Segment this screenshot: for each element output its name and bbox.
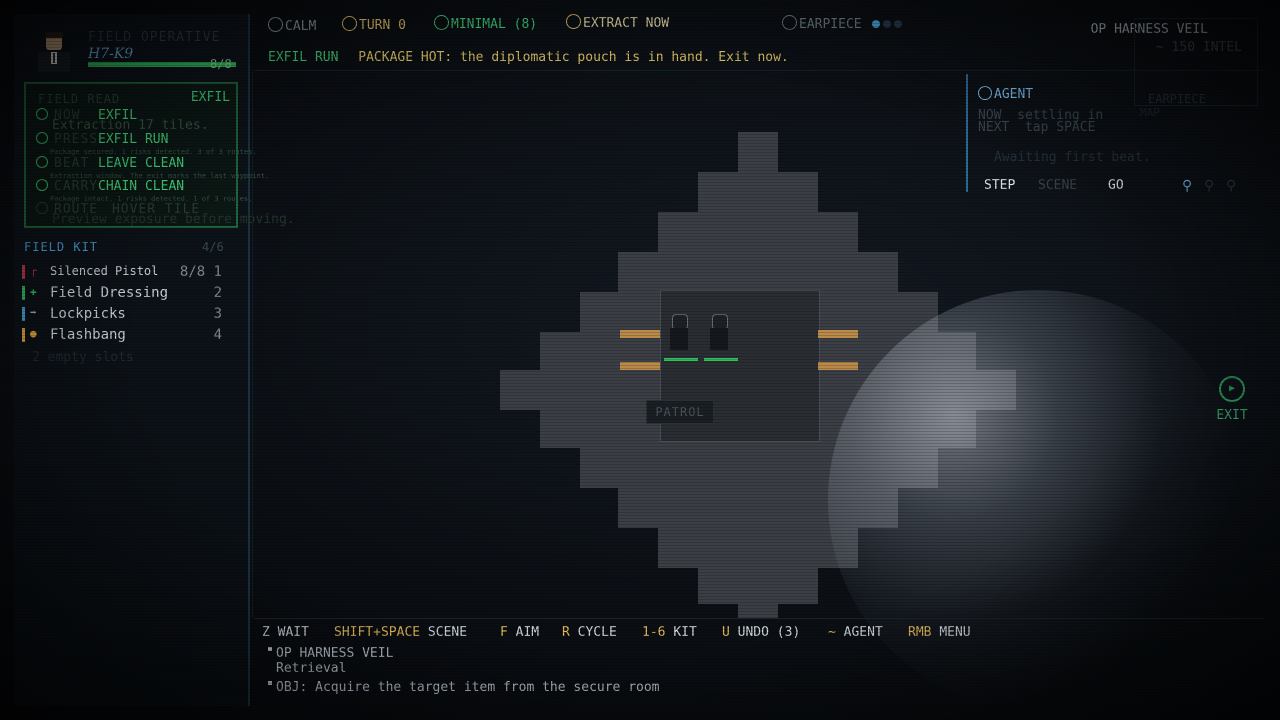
- door-left-top: [620, 330, 660, 338]
- log-line: Retrieval: [268, 661, 346, 676]
- hint-undo: U UNDO (3): [722, 625, 801, 640]
- status-dot-icon: [36, 132, 48, 144]
- field-read-row-carry: CARRY CHAIN CLEAN: [36, 179, 184, 194]
- flashbang-icon: ●: [30, 327, 37, 340]
- map-tile: [580, 448, 938, 488]
- kit-color-bar: [22, 286, 25, 300]
- crosshair-icon: [566, 14, 581, 29]
- agent-go-button[interactable]: GO: [1108, 178, 1124, 193]
- operative-hp-text: 8/8: [210, 57, 232, 71]
- kit-item-silenced-pistol[interactable]: ┌ Silenced Pistol 8/8 1: [22, 264, 226, 282]
- guard-body: [670, 328, 688, 350]
- hint-agent: ~ AGENT: [828, 625, 883, 640]
- agent-step-button[interactable]: STEP: [984, 178, 1015, 193]
- status-dot-icon: [36, 202, 48, 214]
- check-icon: [782, 15, 797, 30]
- hint-aim: F AIM: [500, 625, 540, 640]
- check-icon: [434, 15, 449, 30]
- field-read-mode: EXFIL: [190, 90, 230, 105]
- operative-name: H7-K9: [88, 46, 134, 62]
- earpiece-dot-icon: [883, 20, 892, 28]
- hint-kit: 1-6 KIT: [642, 625, 697, 640]
- field-read-title: FIELD READ: [38, 92, 121, 106]
- field-kit-count: 4/6: [202, 240, 224, 254]
- status-dot-icon: [36, 179, 48, 191]
- kit-item-field-dressing[interactable]: ✚ Field Dressing 2: [22, 285, 226, 303]
- bullet-icon: [268, 681, 272, 685]
- map-tile: [698, 568, 818, 604]
- hint-wait: Z WAIT: [262, 625, 309, 640]
- earpiece-dot-icon: [872, 20, 881, 28]
- map-tile: [618, 252, 898, 292]
- field-read-row-beat: BEAT LEAVE CLEAN: [36, 156, 184, 171]
- field-kit-title: FIELD KIT: [24, 240, 99, 254]
- pin-icon[interactable]: ⚲: [1204, 178, 1214, 194]
- status-dot-icon: [36, 108, 48, 120]
- kit-color-bar: [22, 265, 25, 279]
- operative-portrait: [38, 32, 70, 72]
- agent-panel: AGENT NOW settling in NEXT tap SPACE Awa…: [966, 74, 1258, 194]
- lockpick-icon: ➡: [30, 306, 37, 319]
- clock-icon: [342, 16, 357, 31]
- map-tile: [698, 172, 818, 212]
- turn-counter: TURN 0: [342, 16, 406, 33]
- check-icon: [978, 86, 992, 100]
- door-right-bottom: [818, 362, 858, 370]
- field-read-sub-now: Extraction 17 tiles.: [52, 118, 209, 133]
- field-read-sub-press: Package secured. 1 risks detected. 3 of …: [50, 148, 257, 156]
- guard-body: [710, 328, 728, 350]
- map-tile: [738, 132, 778, 172]
- agent-title: AGENT: [978, 86, 1033, 102]
- earpiece-dot-icon: [894, 20, 903, 28]
- triangle-icon: [268, 17, 283, 32]
- alert-status-calm: CALM: [268, 17, 316, 34]
- guard-hp-bar: [704, 358, 738, 361]
- bottom-bar: Z WAIT SHIFT+SPACE SCENE F AIM R CYCLE 1…: [254, 618, 1264, 711]
- map-tile: [738, 604, 778, 618]
- kit-color-bar: [22, 307, 25, 321]
- operative-label: FIELD OPERATIVE: [88, 30, 221, 45]
- medkit-icon: ✚: [30, 285, 37, 298]
- map-tile: [658, 212, 858, 252]
- guard-unit[interactable]: [704, 314, 738, 361]
- status-dot-icon: [36, 156, 48, 168]
- field-read-panel: FIELD READ EXFIL NOW EXFIL Extraction 17…: [24, 82, 295, 228]
- agent-scene-button[interactable]: SCENE: [1038, 178, 1077, 193]
- extract-status[interactable]: EXTRACT NOW: [566, 14, 669, 31]
- bullet-icon: [268, 662, 272, 666]
- pin-icon[interactable]: ⚲: [1182, 178, 1192, 194]
- hint-cycle: R CYCLE: [562, 625, 617, 640]
- noise-status: MINIMAL (8): [434, 15, 537, 32]
- hint-menu: RMB MENU: [908, 625, 971, 640]
- earpiece-status[interactable]: EARPIECE: [782, 15, 903, 32]
- bullet-icon: [268, 647, 272, 651]
- kit-empty-slots: 2 empty slots: [32, 350, 134, 365]
- log-line: OBJ: Acquire the target item from the se…: [268, 680, 660, 695]
- agent-next: NEXT tap SPACE: [978, 120, 1096, 135]
- log-line: OP HARNESS VEIL: [268, 646, 393, 661]
- map-tile: [618, 488, 898, 528]
- status-message: PACKAGE HOT: the diplomatic pouch is in …: [358, 50, 789, 65]
- status-line: EXFIL RUN PACKAGE HOT: the diplomatic po…: [268, 50, 789, 65]
- kit-item-flashbang[interactable]: ● Flashbang 4: [22, 327, 226, 345]
- hint-scene: SHIFT+SPACE SCENE: [334, 625, 468, 640]
- door-right-top: [818, 330, 858, 338]
- status-tag: EXFIL RUN: [268, 50, 339, 65]
- game-screen: FIELD OPERATIVE H7-K9 8/8 FIELD READ EXF…: [0, 0, 1280, 720]
- agent-awaiting: Awaiting first beat.: [994, 150, 1151, 165]
- kit-item-lockpicks[interactable]: ➡ Lockpicks 3: [22, 306, 226, 324]
- kit-color-bar: [22, 328, 25, 342]
- exit-button[interactable]: ▶ EXIT: [1210, 376, 1254, 426]
- guard-unit[interactable]: [664, 314, 698, 361]
- pistol-icon: ┌: [30, 264, 37, 277]
- pin-icon[interactable]: ⚲: [1226, 178, 1236, 194]
- patrol-label: PATROL: [646, 400, 714, 424]
- door-left-bottom: [620, 362, 660, 370]
- exit-icon: ▶: [1219, 376, 1245, 402]
- field-read-row-press: PRESS EXFIL RUN: [36, 132, 168, 147]
- guard-hp-bar: [664, 358, 698, 361]
- map-tile: [658, 528, 858, 568]
